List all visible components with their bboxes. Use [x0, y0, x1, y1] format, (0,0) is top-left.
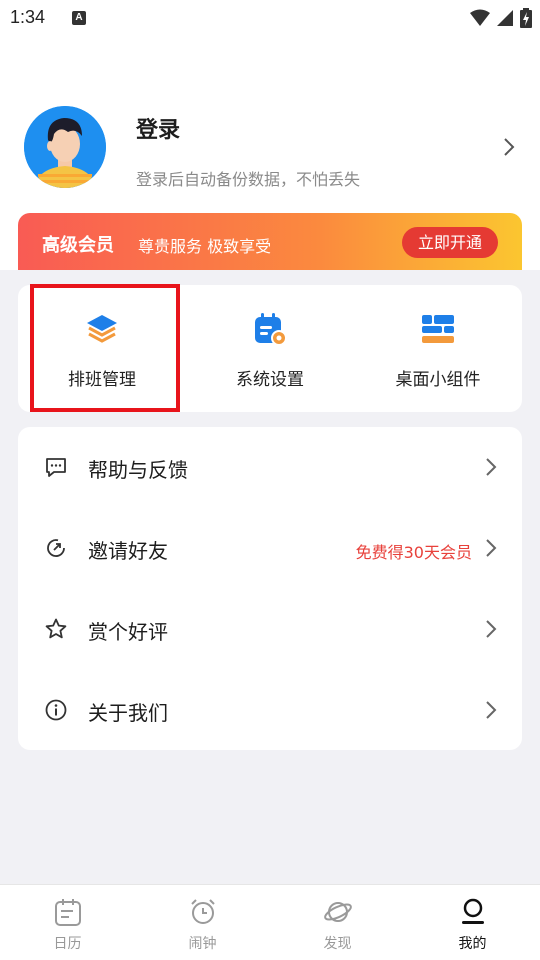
tab-mine[interactable]: 我的 [405, 885, 540, 960]
notification-a-icon: A [72, 11, 86, 25]
tool-label: 桌面小组件 [395, 370, 481, 390]
invite-icon [47, 539, 65, 557]
tool-desktop-widget[interactable]: 桌面小组件 [354, 285, 522, 412]
user-icon [462, 898, 484, 924]
promo-text: 免费得30天会员 [355, 543, 472, 562]
wifi-icon [470, 9, 490, 26]
tab-label: 发现 [323, 936, 352, 952]
highlight-box [30, 284, 180, 412]
planet-icon [324, 902, 352, 922]
menu-label: 赏个好评 [88, 620, 168, 644]
widget-icon [422, 315, 454, 343]
chevron-right-icon [486, 701, 497, 719]
vip-banner[interactable]: 高级会员 尊贵服务 极致享受 立即开通 [18, 213, 522, 270]
tab-label: 闹钟 [188, 936, 217, 952]
chevron-right-icon[interactable] [500, 136, 518, 158]
status-time: 1:34 [10, 7, 46, 27]
vip-open-button[interactable]: 立即开通 [402, 227, 498, 258]
calendar-gear-icon [255, 313, 287, 346]
menu-label: 帮助与反馈 [88, 458, 188, 482]
feedback-icon [46, 458, 66, 477]
menu-card: 帮助与反馈 邀请好友 免费得30天会员 赏个好评 关于我们 [18, 427, 522, 750]
tool-system-settings[interactable]: 系统设置 [186, 285, 354, 412]
battery-icon [520, 8, 532, 28]
info-icon [45, 699, 67, 721]
app-root: 1:34 A 登录 登录后自动备份数据，不怕丢失 高级会员 尊贵服务 极致享受 … [0, 0, 540, 960]
chevron-right-icon [486, 539, 497, 557]
star-icon [45, 618, 67, 639]
menu-item-rate-us[interactable]: 赏个好评 [18, 589, 522, 670]
chevron-right-icon [486, 458, 497, 476]
avatar[interactable] [24, 106, 106, 188]
menu-label: 关于我们 [88, 701, 168, 725]
chevron-right-icon [486, 620, 497, 638]
tab-label: 我的 [458, 936, 487, 952]
vip-title: 高级会员 [42, 235, 114, 256]
menu-item-help-feedback[interactable]: 帮助与反馈 [18, 427, 522, 508]
tab-calendar[interactable]: 日历 [0, 885, 135, 960]
calendar-icon [55, 899, 81, 926]
vip-slogan: 尊贵服务 极致享受 [138, 237, 272, 256]
login-subtitle: 登录后自动备份数据，不怕丢失 [136, 170, 361, 189]
menu-item-about-us[interactable]: 关于我们 [18, 670, 522, 751]
tab-discover[interactable]: 发现 [270, 885, 405, 960]
menu-item-invite-friends[interactable]: 邀请好友 免费得30天会员 [18, 508, 522, 589]
login-title[interactable]: 登录 [136, 112, 180, 144]
alarm-icon [191, 899, 215, 924]
tool-label: 系统设置 [236, 370, 304, 390]
tab-alarm[interactable]: 闹钟 [135, 885, 270, 960]
status-bar: 1:34 A [0, 0, 540, 38]
signal-icon [497, 10, 513, 26]
tab-label: 日历 [53, 936, 82, 952]
menu-label: 邀请好友 [88, 539, 168, 563]
status-icons [470, 8, 532, 28]
avatar-person-icon [24, 106, 106, 188]
bottom-tab-bar: 日历 闹钟 发现 我的 [0, 884, 540, 960]
